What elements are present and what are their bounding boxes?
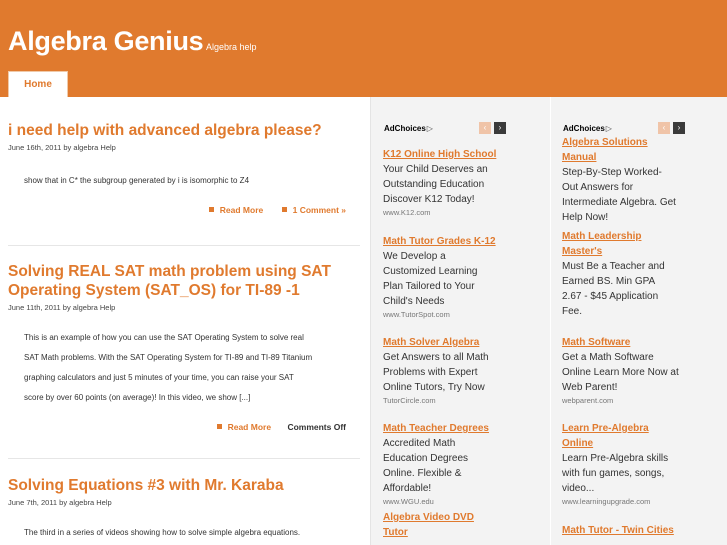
ad-url[interactable]: www.TutorSpot.com: [383, 309, 531, 320]
site-header: Algebra Genius Algebra help Home: [0, 0, 727, 97]
post: i need help with advanced algebra please…: [8, 121, 360, 215]
post-footer: Read More Comments Off: [8, 422, 360, 432]
ad-title[interactable]: Algebra Solutions Manual: [562, 135, 710, 165]
post-title[interactable]: Solving REAL SAT math problem using SAT …: [8, 262, 360, 300]
post-meta: June 7th, 2011 by algebra Help: [8, 498, 112, 507]
ad-body: Must Be a Teacher and Earned BS. Min GPA…: [562, 261, 665, 317]
bullet-icon: [281, 207, 287, 212]
ad-title[interactable]: Math Tutor - Twin Cities: [562, 523, 710, 538]
adchoices-icon[interactable]: ▷: [606, 124, 612, 133]
post: Solving REAL SAT math problem using SAT …: [8, 262, 360, 432]
post-title-line[interactable]: Operating System (SAT_OS) for TI-89 -1: [8, 281, 360, 300]
ad-title[interactable]: Learn Pre-Algebra Online: [562, 421, 710, 451]
ad-unit[interactable]: K12 Online High School Your Child Deserv…: [383, 147, 531, 218]
excerpt-line: show that in C* the subgroup generated b…: [24, 176, 250, 185]
ad-prev-button[interactable]: ‹: [479, 122, 491, 134]
ad-body: Get Answers to all Math Problems with Ex…: [383, 352, 489, 393]
ad-url[interactable]: TutorCircle.com: [383, 395, 531, 406]
ad-title[interactable]: Algebra Video DVD Tutor: [383, 510, 531, 540]
site-title[interactable]: Algebra Genius: [8, 26, 204, 57]
sidebar-ads-left: AdChoices▷ ‹ › K12 Online High School Yo…: [370, 97, 550, 545]
comments-link[interactable]: 1 Comment »: [293, 205, 346, 215]
ad-title[interactable]: Math Leadership Master's: [562, 229, 710, 259]
nav-home-tab[interactable]: Home: [8, 71, 68, 97]
ad-body: Step-By-Step Worked- Out Answers for Int…: [562, 167, 676, 223]
post-excerpt: The third in a series of videos showing …: [8, 523, 360, 543]
excerpt-line: graphing calculators and just 5 minutes …: [24, 373, 294, 382]
ad-body: Learn Pre-Algebra skills with fun games,…: [562, 453, 669, 494]
ad-title[interactable]: Math Solver Algebra: [383, 335, 531, 350]
post-divider: [8, 458, 360, 459]
ad-unit[interactable]: Algebra Solutions Manual Step-By-Step Wo…: [562, 135, 710, 225]
ad-unit[interactable]: Math Software Get a Math Software Online…: [562, 335, 710, 406]
post: Solving Equations #3 with Mr. Karaba Jun…: [8, 476, 360, 543]
ad-title[interactable]: Math Teacher Degrees: [383, 421, 531, 436]
ad-url[interactable]: www.WGU.edu: [383, 496, 531, 507]
excerpt-line: score by over 60 points (on average)! In…: [24, 393, 251, 402]
sidebar-ads-right: AdChoices▷ ‹ › Algebra Solutions Manual …: [550, 97, 727, 545]
ad-next-button[interactable]: ›: [673, 122, 685, 134]
ad-unit[interactable]: Math Teacher Degrees Accredited Math Edu…: [383, 421, 531, 507]
bullet-icon: [216, 424, 222, 429]
post-excerpt: This is an example of how you can use th…: [8, 328, 360, 408]
main-content: i need help with advanced algebra please…: [0, 97, 370, 545]
read-more-link[interactable]: Read More: [228, 422, 271, 432]
excerpt-line: The third in a series of videos showing …: [24, 528, 301, 537]
ad-unit[interactable]: Algebra Video DVD Tutor: [383, 510, 531, 540]
ad-title[interactable]: Math Software: [562, 335, 710, 350]
post-meta: June 11th, 2011 by algebra Help: [8, 303, 116, 312]
ad-url[interactable]: www.learningupgrade.com: [562, 496, 710, 507]
ad-unit[interactable]: Learn Pre-Algebra Online Learn Pre-Algeb…: [562, 421, 710, 507]
ad-title[interactable]: K12 Online High School: [383, 147, 531, 162]
bullet-icon: [208, 207, 214, 212]
ad-next-button[interactable]: ›: [494, 122, 506, 134]
post-divider: [8, 245, 360, 246]
adchoices-label[interactable]: AdChoices▷: [384, 124, 433, 133]
ad-body: Your Child Deserves an Outstanding Educa…: [383, 164, 488, 205]
ad-body: We Develop a Customized Learning Plan Ta…: [383, 251, 478, 307]
ad-unit[interactable]: Math Leadership Master's Must Be a Teach…: [562, 229, 710, 319]
post-title-line[interactable]: Solving REAL SAT math problem using SAT: [8, 262, 360, 281]
post-excerpt: show that in C* the subgroup generated b…: [8, 171, 360, 191]
ad-unit[interactable]: Math Solver Algebra Get Answers to all M…: [383, 335, 531, 406]
ad-url[interactable]: webparent.com: [562, 395, 710, 406]
excerpt-line: This is an example of how you can use th…: [24, 333, 304, 342]
ad-unit[interactable]: Math Tutor - Twin Cities: [562, 523, 710, 538]
excerpt-line: SAT Math problems. With the SAT Operatin…: [24, 353, 313, 362]
ad-body: Accredited Math Education Degrees Online…: [383, 438, 469, 494]
read-more-link[interactable]: Read More: [220, 205, 263, 215]
post-title[interactable]: Solving Equations #3 with Mr. Karaba: [8, 476, 360, 495]
post-title[interactable]: i need help with advanced algebra please…: [8, 121, 360, 140]
ad-url[interactable]: www.K12.com: [383, 207, 531, 218]
adchoices-icon[interactable]: ▷: [427, 124, 433, 133]
ad-unit[interactable]: Math Tutor Grades K-12 We Develop a Cust…: [383, 234, 531, 320]
post-meta: June 16th, 2011 by algebra Help: [8, 143, 116, 152]
ad-prev-button[interactable]: ‹: [658, 122, 670, 134]
ad-title[interactable]: Math Tutor Grades K-12: [383, 234, 531, 249]
post-footer: Read More 1 Comment »: [8, 205, 360, 215]
site-tagline: Algebra help: [206, 42, 257, 52]
comments-status: Comments Off: [287, 422, 346, 432]
adchoices-label[interactable]: AdChoices▷: [563, 124, 612, 133]
ad-body: Get a Math Software Online Learn More No…: [562, 352, 679, 393]
